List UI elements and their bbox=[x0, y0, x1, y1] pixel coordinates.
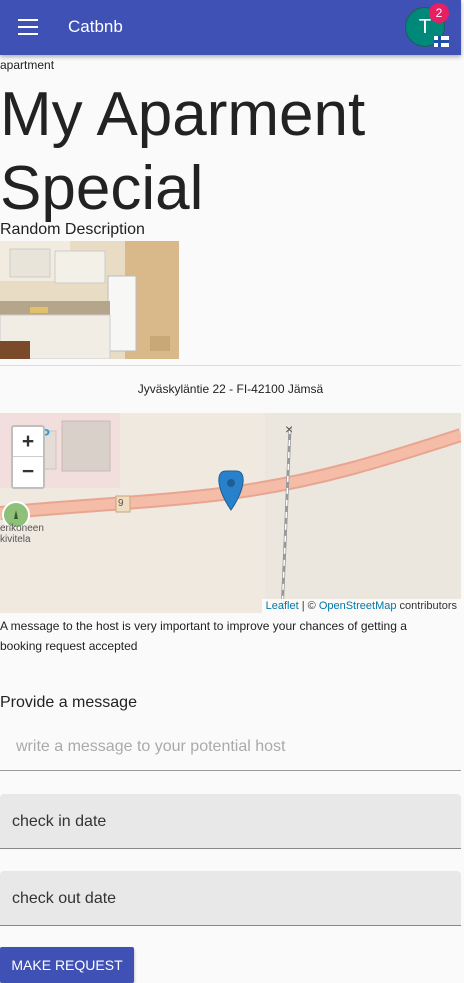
request-info-text: A message to the host is very important … bbox=[0, 619, 407, 653]
menu-icon[interactable] bbox=[18, 19, 38, 35]
app-brand[interactable]: Catbnb bbox=[68, 17, 123, 37]
listing-type: apartment bbox=[0, 58, 55, 72]
check-out-date-field[interactable]: check out date bbox=[0, 871, 461, 926]
location-map[interactable]: 9 P × + − Leaflet | © OpenStreetMap cont… bbox=[0, 413, 461, 613]
make-request-button[interactable]: MAKE REQUEST bbox=[0, 947, 134, 983]
check-in-date-field[interactable]: check in date bbox=[0, 794, 461, 849]
zoom-in-button[interactable]: + bbox=[13, 427, 43, 457]
zoom-control: + − bbox=[11, 425, 45, 489]
map-attribution: Leaflet | © OpenStreetMap contributors bbox=[261, 599, 461, 613]
message-input[interactable] bbox=[0, 724, 461, 771]
listing-photo bbox=[0, 241, 179, 359]
map-place-label: erikoneen kivitela bbox=[0, 523, 44, 545]
attribution-separator: | © bbox=[298, 600, 319, 612]
leaflet-link[interactable]: Leaflet bbox=[266, 600, 299, 612]
app-bar: Catbnb T 2 bbox=[0, 0, 461, 55]
notification-badge: 2 bbox=[429, 3, 449, 23]
attribution-suffix: contributors bbox=[396, 600, 457, 612]
message-label: Provide a message bbox=[0, 694, 137, 711]
listing-title: My Aparment Special bbox=[0, 80, 366, 223]
zoom-out-button[interactable]: − bbox=[13, 457, 43, 486]
listing-description: Random Description bbox=[0, 221, 145, 238]
finnish-flag-icon[interactable] bbox=[434, 36, 449, 47]
monument-icon bbox=[12, 509, 20, 519]
railway-crossing-icon: × bbox=[285, 421, 294, 437]
road-number-label: 9 bbox=[118, 498, 124, 509]
osm-link[interactable]: OpenStreetMap bbox=[319, 600, 397, 612]
listing-address: Jyväskyläntie 22 - FI-42100 Jämsä bbox=[0, 365, 461, 414]
